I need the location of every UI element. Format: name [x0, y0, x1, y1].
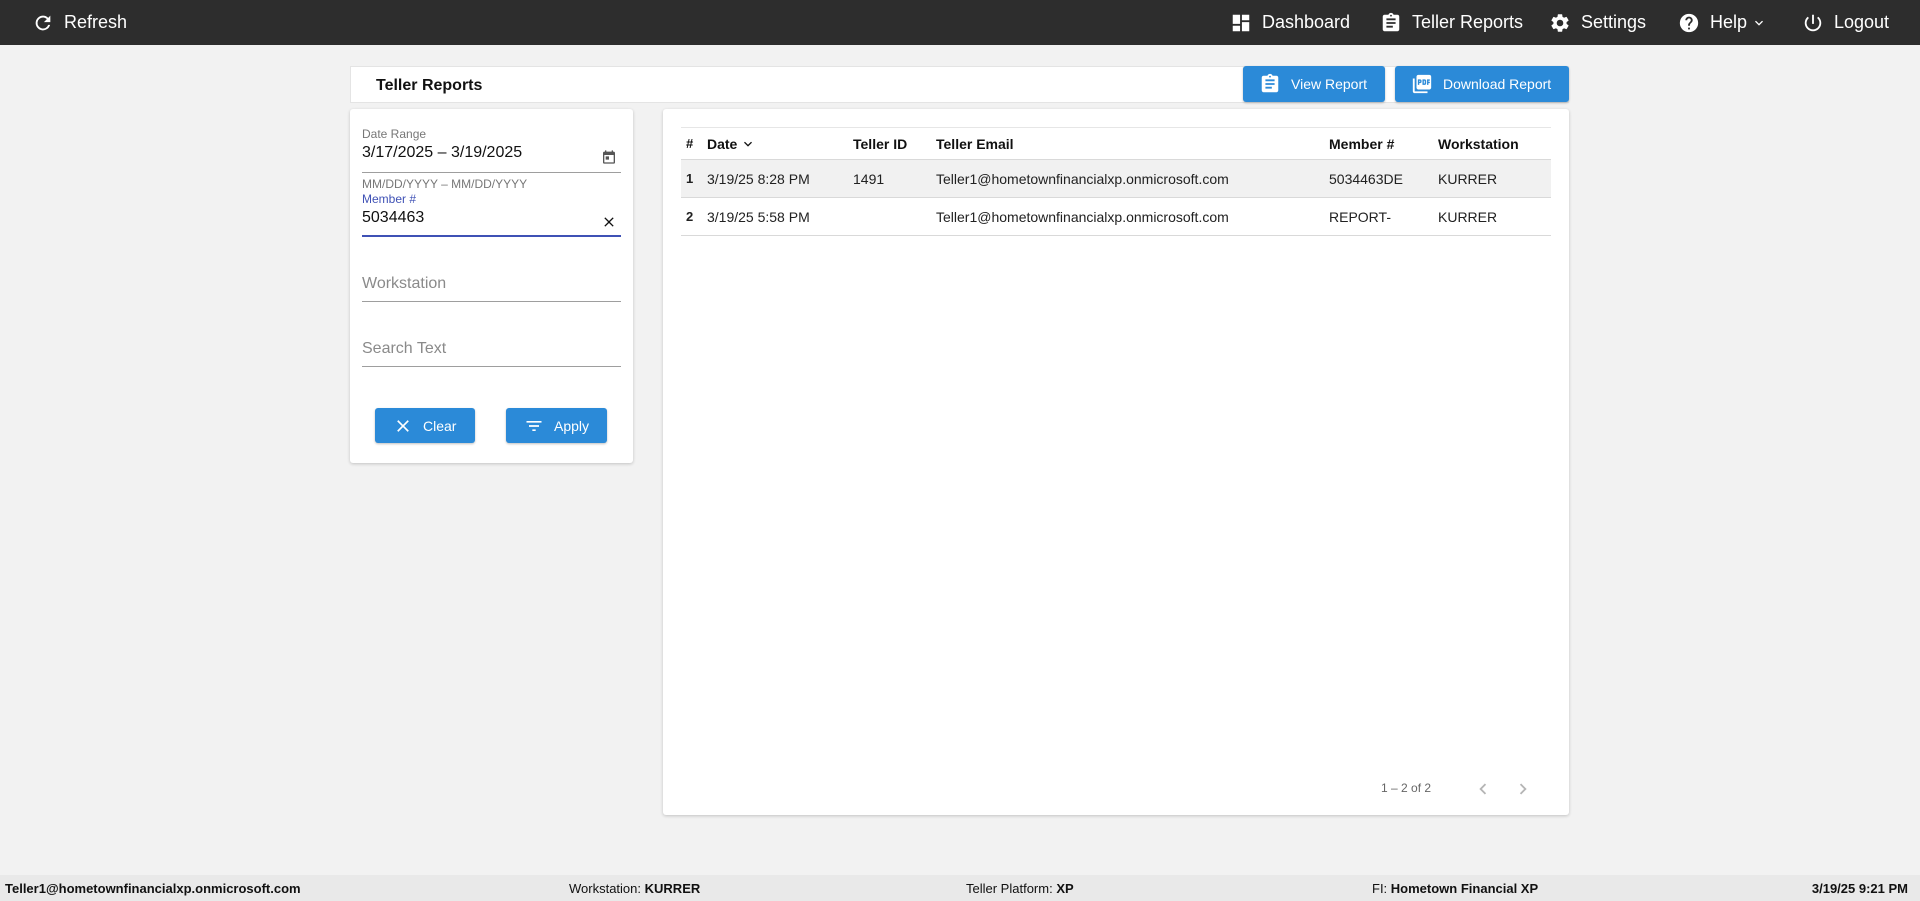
nav-settings-label: Settings	[1581, 12, 1647, 32]
next-page-button[interactable]	[1511, 777, 1535, 801]
table-row[interactable]: 1 3/19/25 8:28 PM 1491 Teller1@hometownf…	[681, 160, 1551, 198]
pdf-icon	[1412, 74, 1432, 94]
footer-workstation: Workstation: KURRER	[569, 875, 700, 901]
refresh-button[interactable]: Refresh	[32, 0, 127, 45]
apply-button[interactable]: Apply	[506, 408, 607, 443]
search-text-input[interactable]: Search Text	[362, 340, 621, 358]
footer-user: Teller1@hometownfinancialxp.onmicrosoft.…	[5, 875, 301, 901]
col-header-teller-id[interactable]: Teller ID	[853, 128, 907, 159]
footer-datetime-value: 3/19/25 9:21 PM	[1811, 880, 1908, 896]
col-header-workstation[interactable]: Workstation	[1438, 128, 1519, 159]
nav-teller-reports-label: Teller Reports	[1412, 12, 1524, 32]
search-text-field[interactable]: Search Text	[362, 340, 621, 376]
col-header-date[interactable]: Date	[707, 128, 756, 159]
results-panel: # Date Teller ID Teller Email Member # W…	[663, 109, 1569, 815]
footer-fi-value: Hometown Financial XP	[1390, 880, 1539, 896]
pagination-range: 1 – 2 of 2	[1381, 781, 1432, 795]
help-circle-icon	[1679, 13, 1699, 32]
nav-help[interactable]: Help	[1678, 0, 1767, 45]
logout-button[interactable]: Logout	[1802, 0, 1889, 45]
chevron-down-icon	[1755, 20, 1764, 26]
row-date: 3/19/25 8:28 PM	[707, 170, 810, 187]
sort-chevron-down-icon	[744, 141, 753, 147]
workstation-underline	[362, 301, 621, 302]
chevron-left-icon	[1479, 783, 1487, 795]
row-member: 5034463DE	[1329, 170, 1403, 187]
footer-workstation-label: Workstation:	[569, 880, 642, 896]
apply-label: Apply	[554, 417, 590, 434]
nav-dashboard[interactable]: Dashboard	[1230, 0, 1350, 45]
member-number-underline	[362, 235, 621, 237]
workstation-field[interactable]: Workstation	[362, 275, 621, 311]
chevron-right-icon	[1519, 783, 1527, 795]
footer-workstation-value: KURRER	[644, 880, 701, 896]
close-icon[interactable]	[601, 214, 617, 230]
row-teller-email: Teller1@hometownfinancialxp.onmicrosoft.…	[936, 208, 1229, 225]
footer-platform-value: XP	[1056, 880, 1074, 896]
filter-panel: Date Range 3/17/2025 – 3/19/2025 MM/DD/Y…	[350, 109, 633, 463]
row-date: 3/19/25 5:58 PM	[707, 208, 810, 225]
results-table: # Date Teller ID Teller Email Member # W…	[681, 127, 1551, 236]
refresh-icon	[35, 15, 51, 30]
clipboard-icon	[1261, 73, 1279, 93]
filter-icon	[526, 420, 542, 431]
col-header-date-label: Date	[707, 135, 738, 152]
row-index: 2	[686, 209, 694, 224]
workstation-input[interactable]: Workstation	[362, 275, 621, 293]
date-range-value[interactable]: 3/17/2025 – 3/19/2025	[362, 144, 621, 162]
footer-datetime: 3/19/25 9:21 PM	[1812, 875, 1908, 901]
close-icon	[397, 419, 409, 432]
row-teller-id: 1491	[853, 170, 885, 187]
member-number-label: Member #	[362, 192, 417, 206]
row-teller-email: Teller1@hometownfinancialxp.onmicrosoft.…	[936, 170, 1229, 187]
page-header: Teller Reports	[350, 66, 1569, 103]
member-number-input[interactable]: 5034463	[362, 209, 621, 227]
footer-fi-label: FI:	[1372, 880, 1388, 896]
date-range-underline	[362, 172, 621, 173]
refresh-label: Refresh	[64, 12, 128, 32]
col-header-index: #	[686, 136, 694, 151]
logout-label: Logout	[1834, 12, 1890, 32]
clipboard-icon	[1382, 12, 1400, 31]
row-member: REPORT-	[1329, 208, 1391, 225]
dashboard-icon	[1232, 14, 1250, 31]
col-header-teller-email[interactable]: Teller Email	[936, 128, 1014, 159]
footer-fi: FI: Hometown Financial XP	[1372, 875, 1538, 901]
status-footer: Teller1@hometownfinancialxp.onmicrosoft.…	[0, 875, 1920, 901]
member-number-field[interactable]: Member # 5034463	[362, 192, 621, 247]
footer-user-email: Teller1@hometownfinancialxp.onmicrosoft.…	[5, 880, 301, 896]
download-report-button[interactable]: Download Report	[1395, 66, 1569, 102]
view-report-label: View Report	[1291, 76, 1368, 92]
nav-settings[interactable]: Settings	[1549, 0, 1646, 45]
row-index: 1	[686, 171, 694, 186]
calendar-icon[interactable]	[601, 149, 617, 165]
nav-help-label: Help	[1710, 12, 1748, 32]
nav-teller-reports[interactable]: Teller Reports	[1380, 0, 1523, 45]
date-range-label: Date Range	[362, 127, 427, 141]
col-header-member[interactable]: Member #	[1329, 128, 1394, 159]
clear-button[interactable]: Clear	[375, 408, 475, 443]
previous-page-button[interactable]	[1471, 777, 1495, 801]
table-row[interactable]: 2 3/19/25 5:58 PM Teller1@hometownfinanc…	[681, 198, 1551, 236]
nav-dashboard-label: Dashboard	[1262, 12, 1351, 32]
date-range-hint: MM/DD/YYYY – MM/DD/YYYY	[362, 177, 528, 191]
download-report-label: Download Report	[1443, 76, 1552, 92]
date-range-field[interactable]: Date Range 3/17/2025 – 3/19/2025	[362, 127, 621, 182]
power-icon	[1804, 14, 1822, 31]
row-workstation: KURRER	[1438, 170, 1498, 187]
clear-label: Clear	[423, 417, 457, 434]
footer-platform: Teller Platform: XP	[966, 875, 1074, 901]
gear-icon	[1551, 13, 1569, 32]
search-text-underline	[362, 366, 621, 367]
view-report-button[interactable]: View Report	[1243, 66, 1385, 102]
top-navbar: Refresh Dashboard Teller Reports Setting…	[0, 0, 1920, 45]
table-header-row: # Date Teller ID Teller Email Member # W…	[681, 127, 1551, 160]
page-title: Teller Reports	[376, 77, 483, 94]
row-workstation: KURRER	[1438, 208, 1498, 225]
footer-platform-label: Teller Platform:	[966, 880, 1053, 896]
